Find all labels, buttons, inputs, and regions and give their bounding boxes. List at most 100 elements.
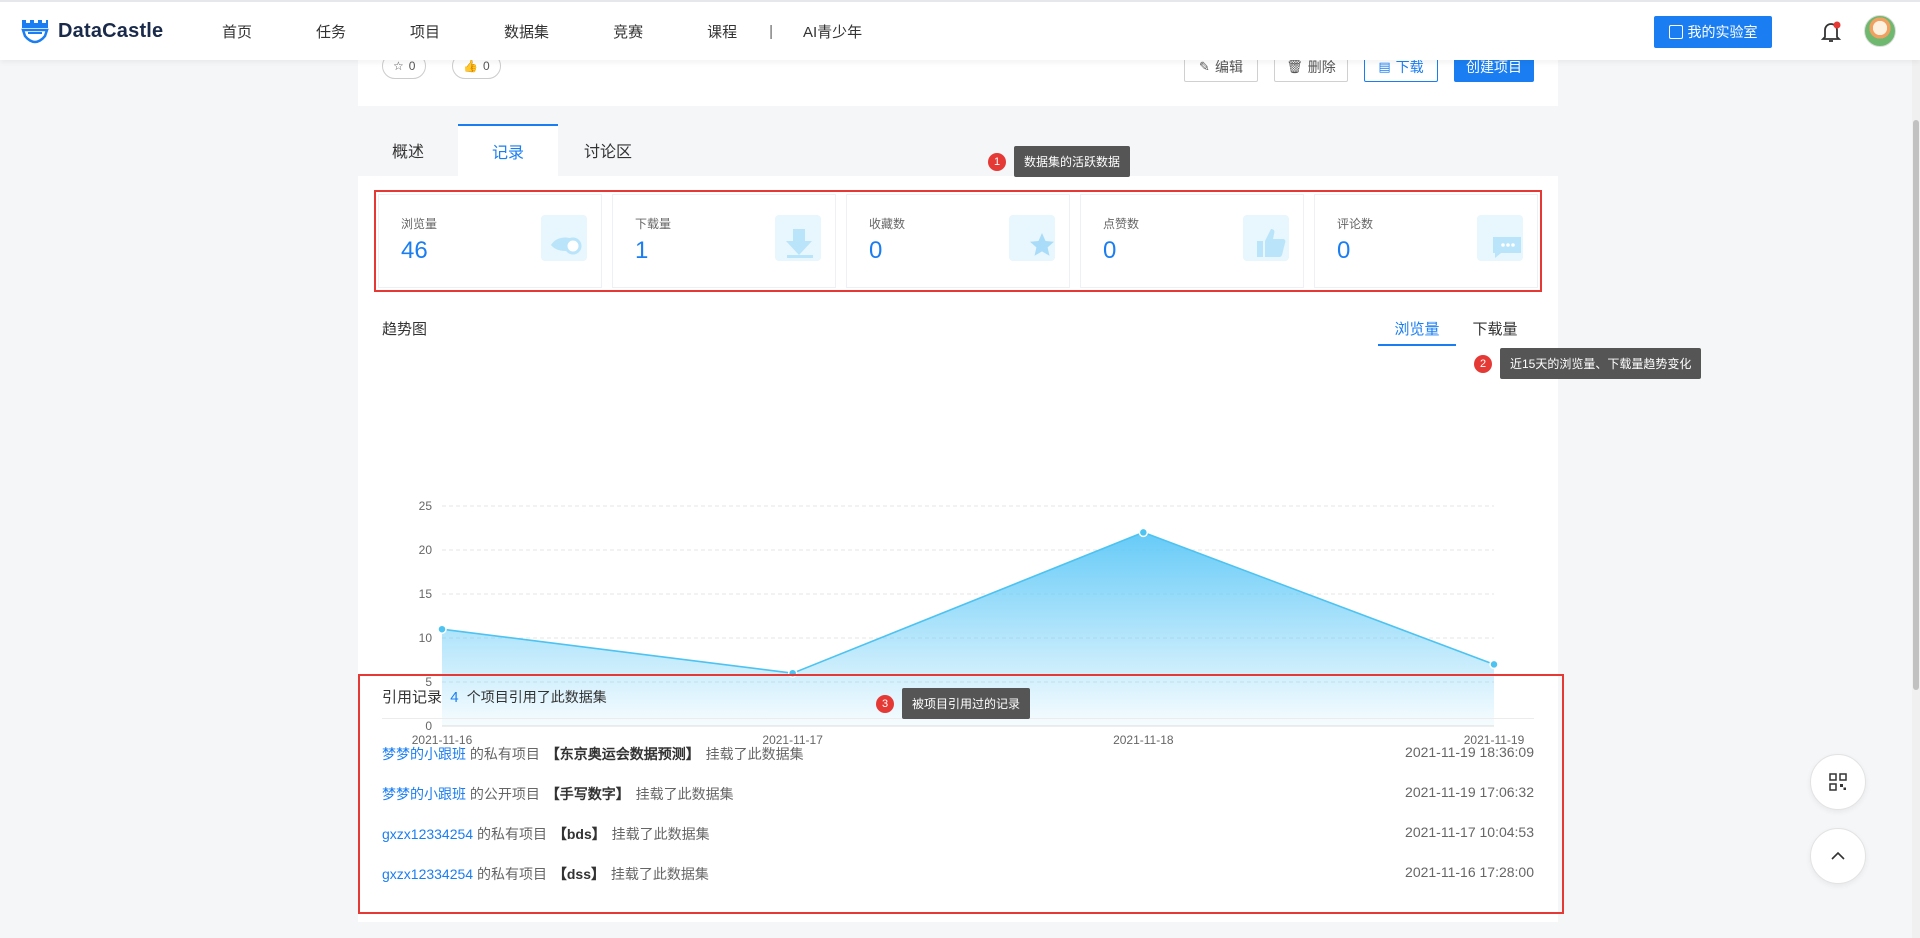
tab-overview[interactable]: 概述 (358, 124, 458, 176)
annotation-3-number: 3 (876, 694, 894, 713)
star-icon (1009, 215, 1055, 261)
nav-item-competitions[interactable]: 竞赛 (613, 21, 643, 42)
reference-time: 2021-11-17 10:04:53 (1405, 824, 1534, 840)
nav-item-courses[interactable]: 课程 (707, 21, 737, 42)
reference-project-link[interactable]: 【bds】 (553, 826, 606, 842)
download-label: 下载 (1395, 59, 1424, 75)
scrollbar-thumb[interactable] (1913, 120, 1919, 690)
create-project-label: 创建项目 (1466, 59, 1522, 75)
nav-item-projects[interactable]: 项目 (410, 21, 440, 42)
logo-text: DataCastle (58, 19, 164, 42)
stat-favorites: 收藏数 0 (846, 194, 1070, 288)
tab-bar: 概述 记录 讨论区 (358, 124, 1558, 176)
nav-separator: | (769, 22, 773, 40)
y-tick-label: 20 (419, 543, 433, 557)
data-point[interactable] (437, 624, 447, 634)
trend-tab-views[interactable]: 浏览量 (1378, 318, 1456, 346)
castle-logo-icon (21, 20, 49, 44)
annotation-1-text: 数据集的活跃数据 (1014, 146, 1131, 177)
file-icon: ▤ (1378, 59, 1391, 74)
thumb-up-outline-icon: 👍 (463, 59, 478, 73)
nav-item-datasets[interactable]: 数据集 (504, 21, 549, 42)
stat-views-value: 46 (401, 237, 428, 264)
annotation-3-text: 被项目引用过的记录 (902, 688, 1031, 719)
tab-records[interactable]: 记录 (458, 124, 558, 176)
stat-comments: 评论数 0 (1314, 194, 1538, 288)
avatar[interactable] (1864, 15, 1896, 47)
trash-icon: 🗑 (1286, 59, 1303, 74)
top-navigation-bar: DataCastle 首页 任务 项目 数据集 竞赛 课程 | AI青少年 我的… (0, 0, 1920, 60)
comment-icon (1477, 215, 1523, 261)
star-count: 0 (408, 59, 416, 73)
my-lab-button[interactable]: 我的实验室 (1654, 16, 1772, 48)
reference-kind: 的公开项目 (469, 786, 540, 802)
reference-user-link[interactable]: gxzx12334254 (382, 866, 473, 882)
edit-label: 编辑 (1214, 59, 1243, 75)
stat-comments-label: 评论数 (1337, 217, 1374, 231)
trend-tab-downloads[interactable]: 下载量 (1456, 318, 1534, 346)
reference-project-link[interactable]: 【东京奥运会数据预测】 (546, 746, 700, 762)
references-title: 引用记录 (382, 689, 443, 706)
stat-likes-value: 0 (1103, 237, 1117, 264)
reference-action: 挂载了此数据集 (705, 746, 804, 762)
tab-discussion[interactable]: 讨论区 (558, 124, 658, 176)
annotation-1-number: 1 (988, 152, 1006, 171)
y-tick-label: 15 (419, 587, 433, 601)
eye-icon (541, 215, 587, 261)
lab-icon (1668, 25, 1683, 39)
bell-icon[interactable] (1820, 20, 1842, 44)
reference-action: 挂载了此数据集 (610, 866, 709, 882)
references-heading: 引用记录 4 个项目引用了此数据集 (382, 686, 607, 707)
stat-favorites-value: 0 (869, 237, 883, 264)
reference-time: 2021-11-19 17:06:32 (1405, 784, 1534, 800)
data-point[interactable] (1138, 527, 1149, 538)
reference-user-link[interactable]: 梦梦的小跟班 (382, 786, 466, 802)
nav-item-home[interactable]: 首页 (222, 21, 252, 42)
qr-code-button[interactable] (1810, 754, 1866, 810)
back-to-top-button[interactable] (1810, 828, 1866, 884)
y-tick-label: 25 (419, 499, 433, 513)
qr-code-icon (1829, 773, 1847, 791)
reference-user-link[interactable]: 梦梦的小跟班 (382, 746, 466, 762)
chevron-up-icon (1831, 851, 1845, 860)
stat-comments-value: 0 (1337, 237, 1351, 264)
nav-item-tasks[interactable]: 任务 (316, 21, 346, 42)
stat-favorites-label: 收藏数 (869, 217, 906, 231)
trend-title: 趋势图 (382, 321, 428, 338)
reference-project-link[interactable]: 【dss】 (553, 866, 605, 882)
delete-label: 删除 (1307, 59, 1336, 75)
annotation-2-number: 2 (1474, 354, 1492, 373)
reference-row: 梦梦的小跟班 的公开项目 【手写数字】 挂载了此数据集 2021-11-19 1… (382, 784, 1534, 806)
annotation-3: 3 被项目引用过的记录 (876, 688, 1031, 719)
stat-likes-label: 点赞数 (1103, 217, 1140, 231)
logo[interactable]: DataCastle (20, 16, 163, 46)
reference-project-link[interactable]: 【手写数字】 (546, 786, 630, 802)
reference-row: gxzx12334254 的私有项目 【bds】 挂载了此数据集 2021-11… (382, 824, 1534, 846)
reference-user-link[interactable]: gxzx12334254 (382, 826, 473, 842)
reference-row: 梦梦的小跟班 的私有项目 【东京奥运会数据预测】 挂载了此数据集 2021-11… (382, 744, 1534, 766)
my-lab-label: 我的实验室 (1687, 24, 1758, 40)
reference-action: 挂载了此数据集 (611, 826, 710, 842)
reference-time: 2021-11-16 17:28:00 (1405, 864, 1534, 880)
reference-kind: 的私有项目 (476, 866, 547, 882)
references-count: 4 (450, 689, 459, 706)
nav-item-ai-youth[interactable]: AI青少年 (803, 21, 862, 42)
reference-time: 2021-11-19 18:36:09 (1405, 744, 1534, 760)
stat-downloads-label: 下载量 (635, 217, 672, 231)
annotation-1: 1 数据集的活跃数据 (988, 146, 1131, 177)
pencil-icon: ✎ (1199, 59, 1210, 74)
stat-views-label: 浏览量 (401, 217, 438, 231)
stat-downloads-value: 1 (635, 237, 649, 264)
y-tick-label: 10 (419, 631, 433, 645)
reference-action: 挂载了此数据集 (635, 786, 734, 802)
stat-likes: 点赞数 0 (1080, 194, 1304, 288)
reference-kind: 的私有项目 (476, 826, 547, 842)
records-card: 概述 记录 讨论区 1 数据集的活跃数据 浏览量 46 下载量 1 收藏数 0 (358, 124, 1702, 922)
like-count: 0 (482, 59, 490, 73)
reference-kind: 的私有项目 (469, 746, 540, 762)
stat-downloads: 下载量 1 (612, 194, 836, 288)
data-point[interactable] (1489, 659, 1499, 670)
thumb-up-icon (1243, 215, 1289, 261)
main-nav: 首页 任务 项目 数据集 竞赛 课程 | AI青少年 (222, 2, 926, 60)
download-icon (775, 215, 821, 261)
